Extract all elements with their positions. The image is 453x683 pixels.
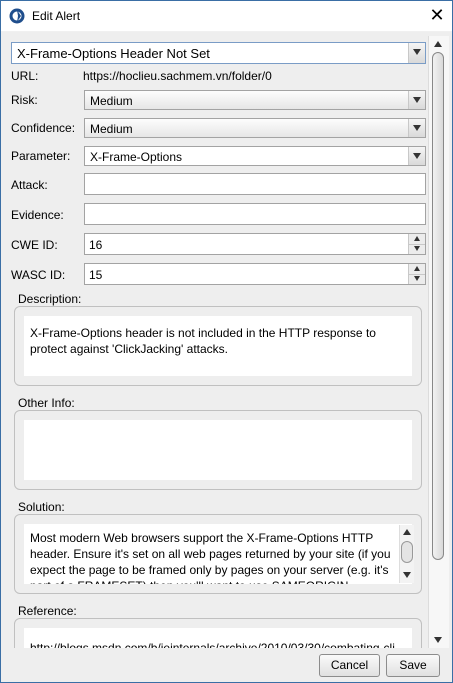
scroll-thumb[interactable] [432,52,444,560]
evidence-field[interactable] [84,203,426,225]
cancel-button[interactable]: Cancel [319,654,380,677]
scroll-up-icon[interactable] [431,38,445,50]
cwe-id-spin-buttons[interactable] [408,234,425,254]
edit-alert-dialog: Edit Alert ✕ X-Frame-Options Header Not … [0,0,453,683]
attack-label: Attack: [11,178,48,192]
parameter-label: Parameter: [11,149,71,163]
solution-text: Most modern Web browsers support the X-F… [30,531,391,584]
window-title: Edit Alert [32,9,81,23]
chevron-down-icon[interactable] [408,119,425,137]
solution-scrollbar[interactable] [399,525,414,583]
solution-textarea[interactable]: Most modern Web browsers support the X-F… [24,524,412,584]
reference-text: http://blogs.msdn.com/b/ieinternals/arch… [30,641,395,648]
scroll-down-icon[interactable] [431,634,445,646]
description-text: X-Frame-Options header is not included i… [30,326,376,356]
parameter-combo[interactable]: X-Frame-Options [84,146,426,166]
reference-label: Reference: [18,604,77,618]
zap-logo-icon [9,8,25,24]
chevron-down-icon[interactable] [408,43,425,63]
parameter-value: X-Frame-Options [90,150,183,164]
cwe-id-value: 16 [89,238,103,252]
description-panel: X-Frame-Options header is not included i… [14,306,422,386]
scroll-thumb[interactable] [401,541,413,563]
confidence-select[interactable]: Medium [84,118,426,138]
scroll-down-icon[interactable] [400,569,414,583]
title-bar: Edit Alert ✕ [1,1,452,31]
spin-down-icon[interactable] [409,244,425,254]
risk-label: Risk: [11,93,38,107]
spin-down-icon[interactable] [409,274,425,284]
reference-textarea[interactable]: http://blogs.msdn.com/b/ieinternals/arch… [24,628,412,648]
url-value: https://hoclieu.sachmem.vn/folder/0 [83,69,272,83]
url-label: URL: [11,69,39,83]
description-label: Description: [18,292,82,306]
chevron-down-icon[interactable] [408,91,425,109]
confidence-label: Confidence: [11,121,76,135]
risk-select[interactable]: Medium [84,90,426,110]
other-info-panel [14,410,422,490]
close-icon[interactable]: ✕ [426,4,448,26]
alert-name-value: X-Frame-Options Header Not Set [17,46,210,61]
wasc-id-value: 15 [89,268,103,282]
scroll-up-icon[interactable] [400,525,414,539]
wasc-id-label: WASC ID: [11,268,66,282]
alert-form: X-Frame-Options Header Not Set URL: http… [1,32,452,648]
description-textarea[interactable]: X-Frame-Options header is not included i… [24,316,412,376]
button-bar: Cancel Save [1,648,452,682]
other-info-textarea[interactable] [24,420,412,480]
form-scrollbar[interactable] [428,36,449,648]
reference-panel: http://blogs.msdn.com/b/ieinternals/arch… [14,618,422,648]
wasc-id-spin-buttons[interactable] [408,264,425,284]
alert-name-combo[interactable]: X-Frame-Options Header Not Set [11,42,426,64]
wasc-id-spinner[interactable]: 15 [84,263,426,285]
risk-value: Medium [90,94,133,108]
solution-label: Solution: [18,500,65,514]
evidence-label: Evidence: [11,208,64,222]
confidence-value: Medium [90,122,133,136]
attack-field[interactable] [84,173,426,195]
other-info-label: Other Info: [18,396,75,410]
solution-panel: Most modern Web browsers support the X-F… [14,514,422,594]
cwe-id-label: CWE ID: [11,238,58,252]
save-button[interactable]: Save [386,654,440,677]
chevron-down-icon[interactable] [408,147,425,165]
cwe-id-spinner[interactable]: 16 [84,233,426,255]
